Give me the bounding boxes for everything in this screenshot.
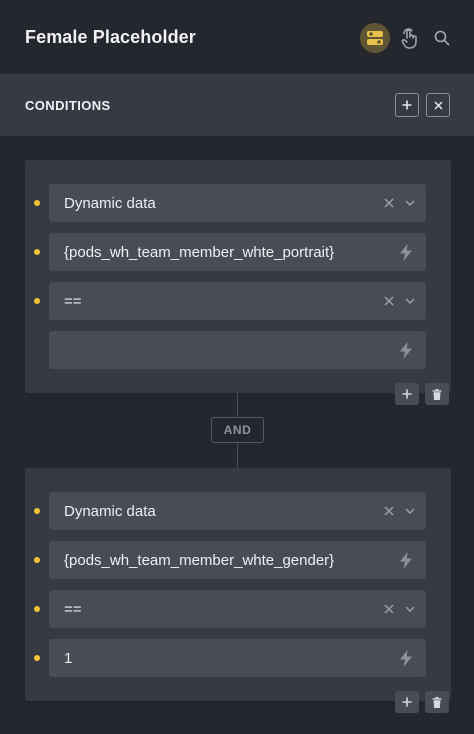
bullet-dot [34, 200, 40, 206]
conditions-bar: CONDITIONS [0, 74, 474, 136]
clear-icon[interactable] [382, 602, 396, 616]
chevron-down-icon[interactable] [404, 295, 416, 307]
delete-group-button[interactable] [425, 691, 449, 713]
dynamic-data-input[interactable]: {pods_wh_team_member_whte_portrait} [34, 233, 426, 271]
delete-group-button[interactable] [425, 383, 449, 405]
input-value: 1 [64, 649, 73, 667]
add-condition-button[interactable] [395, 383, 419, 405]
bullet-dot [34, 557, 40, 563]
compare-value-input[interactable]: 1 [34, 639, 426, 677]
select-value: == [64, 292, 82, 310]
chevron-down-icon[interactable] [404, 505, 416, 517]
clear-icon[interactable] [382, 504, 396, 518]
search-icon[interactable] [430, 23, 454, 53]
input-controls [398, 233, 416, 271]
bolt-icon[interactable] [398, 551, 414, 569]
dynamic-data-input[interactable]: {pods_wh_team_member_whte_gender} [34, 541, 426, 579]
compare-operator-select[interactable]: == [34, 590, 426, 628]
compare-operator-select[interactable]: == [34, 282, 426, 320]
bullet-dot [34, 298, 40, 304]
input-value: {pods_wh_team_member_whte_portrait} [64, 243, 335, 261]
input-controls [398, 639, 416, 677]
plus-icon [402, 697, 412, 707]
condition-group-1: Dynamic data {pods_wh_team_member_whte_p… [25, 160, 451, 405]
input-value: {pods_wh_team_member_whte_gender} [64, 551, 335, 569]
group-actions [389, 383, 449, 405]
trash-icon [432, 696, 442, 708]
input-controls [398, 331, 416, 369]
chevron-down-icon[interactable] [404, 603, 416, 615]
chevron-down-icon[interactable] [404, 197, 416, 209]
clear-icon[interactable] [382, 196, 396, 210]
bullet-dot [34, 249, 40, 255]
select-controls [382, 590, 416, 628]
group-actions [389, 691, 449, 713]
condition-group-2: Dynamic data {pods_wh_team_member_whte_g… [25, 468, 451, 713]
hand-pointer-icon[interactable] [396, 23, 422, 53]
add-condition-group-button[interactable] [395, 93, 419, 117]
clear-icon[interactable] [382, 294, 396, 308]
select-value: Dynamic data [64, 194, 156, 212]
connector-line [237, 443, 238, 468]
close-icon [433, 100, 443, 110]
condition-key-select[interactable]: Dynamic data [34, 184, 426, 222]
select-controls [382, 282, 416, 320]
input-controls [398, 541, 416, 579]
connector-line [237, 393, 238, 417]
trash-icon [432, 388, 442, 400]
plus-icon [402, 389, 412, 399]
element-title: Female Placeholder [25, 26, 196, 47]
select-controls [382, 184, 416, 222]
toggle-icon[interactable] [360, 23, 390, 53]
add-condition-button[interactable] [395, 691, 419, 713]
select-value: == [64, 600, 82, 618]
close-conditions-button[interactable] [426, 93, 450, 117]
select-value: Dynamic data [64, 502, 156, 520]
condition-key-select[interactable]: Dynamic data [34, 492, 426, 530]
conditions-title: CONDITIONS [25, 97, 111, 113]
select-controls [382, 492, 416, 530]
compare-value-input[interactable] [49, 331, 426, 369]
bolt-icon[interactable] [398, 649, 414, 667]
header-actions [360, 22, 454, 54]
bullet-dot [34, 606, 40, 612]
element-header: Female Placeholder [0, 0, 474, 74]
bullet-dot [34, 508, 40, 514]
and-connector-badge[interactable]: AND [211, 417, 264, 443]
bolt-icon[interactable] [398, 341, 414, 359]
plus-icon [402, 100, 412, 110]
bullet-dot [34, 655, 40, 661]
conditions-actions [388, 93, 450, 117]
bolt-icon[interactable] [398, 243, 414, 261]
